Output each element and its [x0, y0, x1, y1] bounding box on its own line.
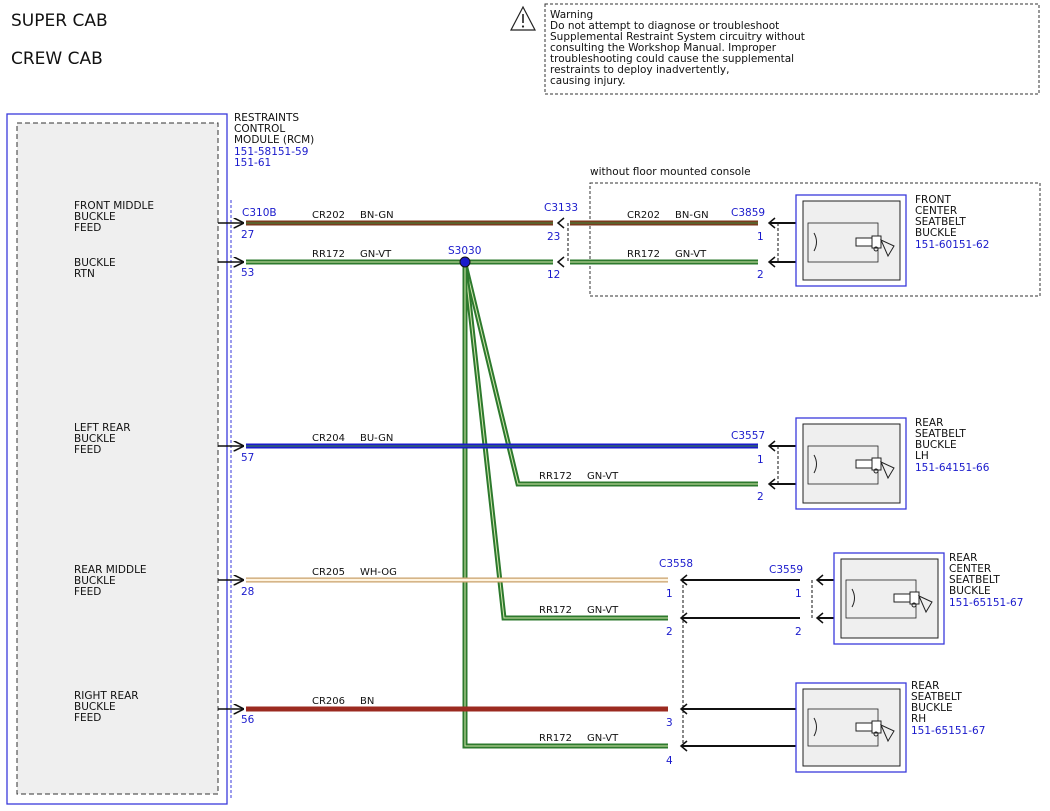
rcm-ref-line: 151-61	[234, 157, 271, 169]
rcm-function-label: FEED	[74, 586, 101, 598]
wire-circuit: CR205	[312, 567, 345, 578]
pin-number: 2	[757, 491, 764, 503]
wire-color: BN	[360, 696, 374, 707]
connector-label: C3557	[731, 430, 765, 442]
wire-circuit: RR172	[539, 471, 572, 482]
pin-number: 3	[666, 717, 673, 729]
wire-color: WH-OG	[360, 567, 397, 578]
wire-color: BU-GN	[360, 433, 393, 444]
pin-number: 2	[757, 269, 764, 281]
connector-label: C3558	[659, 558, 693, 570]
connector-label: C3859	[731, 207, 765, 219]
pin-number: 53	[241, 267, 254, 279]
pin-number: 28	[241, 586, 254, 598]
rcm-function-label: FEED	[74, 712, 101, 724]
console-note: without floor mounted console	[590, 166, 751, 178]
wire-circuit: CR204	[312, 433, 345, 444]
wire-circuit: RR172	[312, 249, 345, 260]
wire-circuit: CR206	[312, 696, 345, 707]
wire-circuit: CR202	[627, 210, 660, 221]
component-front-center-buckle	[795, 194, 907, 287]
wire-rr172-branch-rh	[462, 264, 668, 749]
component-rear-center-buckle	[833, 552, 945, 645]
wire-color: BN-GN	[675, 210, 709, 221]
connector-label: C310B	[242, 207, 277, 219]
wire-circuit: CR202	[312, 210, 345, 221]
component-label: RH	[911, 713, 926, 725]
pin-number: 4	[666, 755, 673, 767]
rcm-function-label: FEED	[74, 222, 101, 234]
wire-circuit: RR172	[539, 605, 572, 616]
wiring-diagram: SUPER CAB CREW CAB Warning Do not attemp…	[6, 3, 1041, 805]
component-ref: 151-64151-66	[915, 462, 990, 474]
pin-number: 2	[666, 626, 673, 638]
wire-circuit: RR172	[627, 249, 660, 260]
pin-number: 1	[757, 231, 764, 243]
component-rear-rh-buckle	[795, 682, 907, 773]
wire-color: GN-VT	[587, 471, 619, 482]
rcm-function-label: RTN	[74, 268, 95, 280]
connector-label: C3133	[544, 202, 578, 214]
splice-label: S3030	[448, 245, 481, 257]
component-label: LH	[915, 450, 929, 462]
wire-color: BN-GN	[360, 210, 394, 221]
wire-circuit: RR172	[539, 733, 572, 744]
pin-number: 23	[547, 231, 560, 243]
warning-line: causing injury.	[550, 75, 625, 87]
pin-number: 1	[757, 454, 764, 466]
rcm-name-line: MODULE (RCM)	[234, 134, 314, 146]
component-ref: 151-65151-67	[949, 597, 1023, 609]
rcm-function-label: FEED	[74, 444, 101, 456]
component-ref: 151-65151-67	[911, 725, 985, 737]
pin-number: 56	[241, 714, 255, 726]
component-rear-lh-buckle	[795, 417, 907, 510]
pin-number: 27	[241, 229, 254, 241]
warning-triangle-icon	[510, 5, 536, 31]
pin-number: 12	[547, 269, 560, 281]
header-crew-cab: CREW CAB	[11, 49, 103, 69]
header-super-cab: SUPER CAB	[11, 11, 108, 31]
component-ref: 151-60151-62	[915, 239, 989, 251]
wire-rr172-branch-center	[462, 263, 668, 621]
wire-rr172-branch-lh	[462, 263, 758, 487]
pin-number: 57	[241, 452, 254, 464]
wire-color: GN-VT	[587, 733, 619, 744]
component-label: BUCKLE	[915, 227, 957, 239]
connector-label: C3559	[769, 564, 803, 576]
pin-number: 2	[795, 626, 802, 638]
component-label: BUCKLE	[949, 585, 991, 597]
splice-s3030	[459, 256, 471, 268]
warning-box: Warning Do not attempt to diagnose or tr…	[510, 3, 1040, 95]
pin-number: 1	[666, 588, 673, 600]
pin-number: 1	[795, 588, 802, 600]
wire-color: GN-VT	[675, 249, 707, 260]
wire-color: GN-VT	[587, 605, 619, 616]
wire-color: GN-VT	[360, 249, 392, 260]
